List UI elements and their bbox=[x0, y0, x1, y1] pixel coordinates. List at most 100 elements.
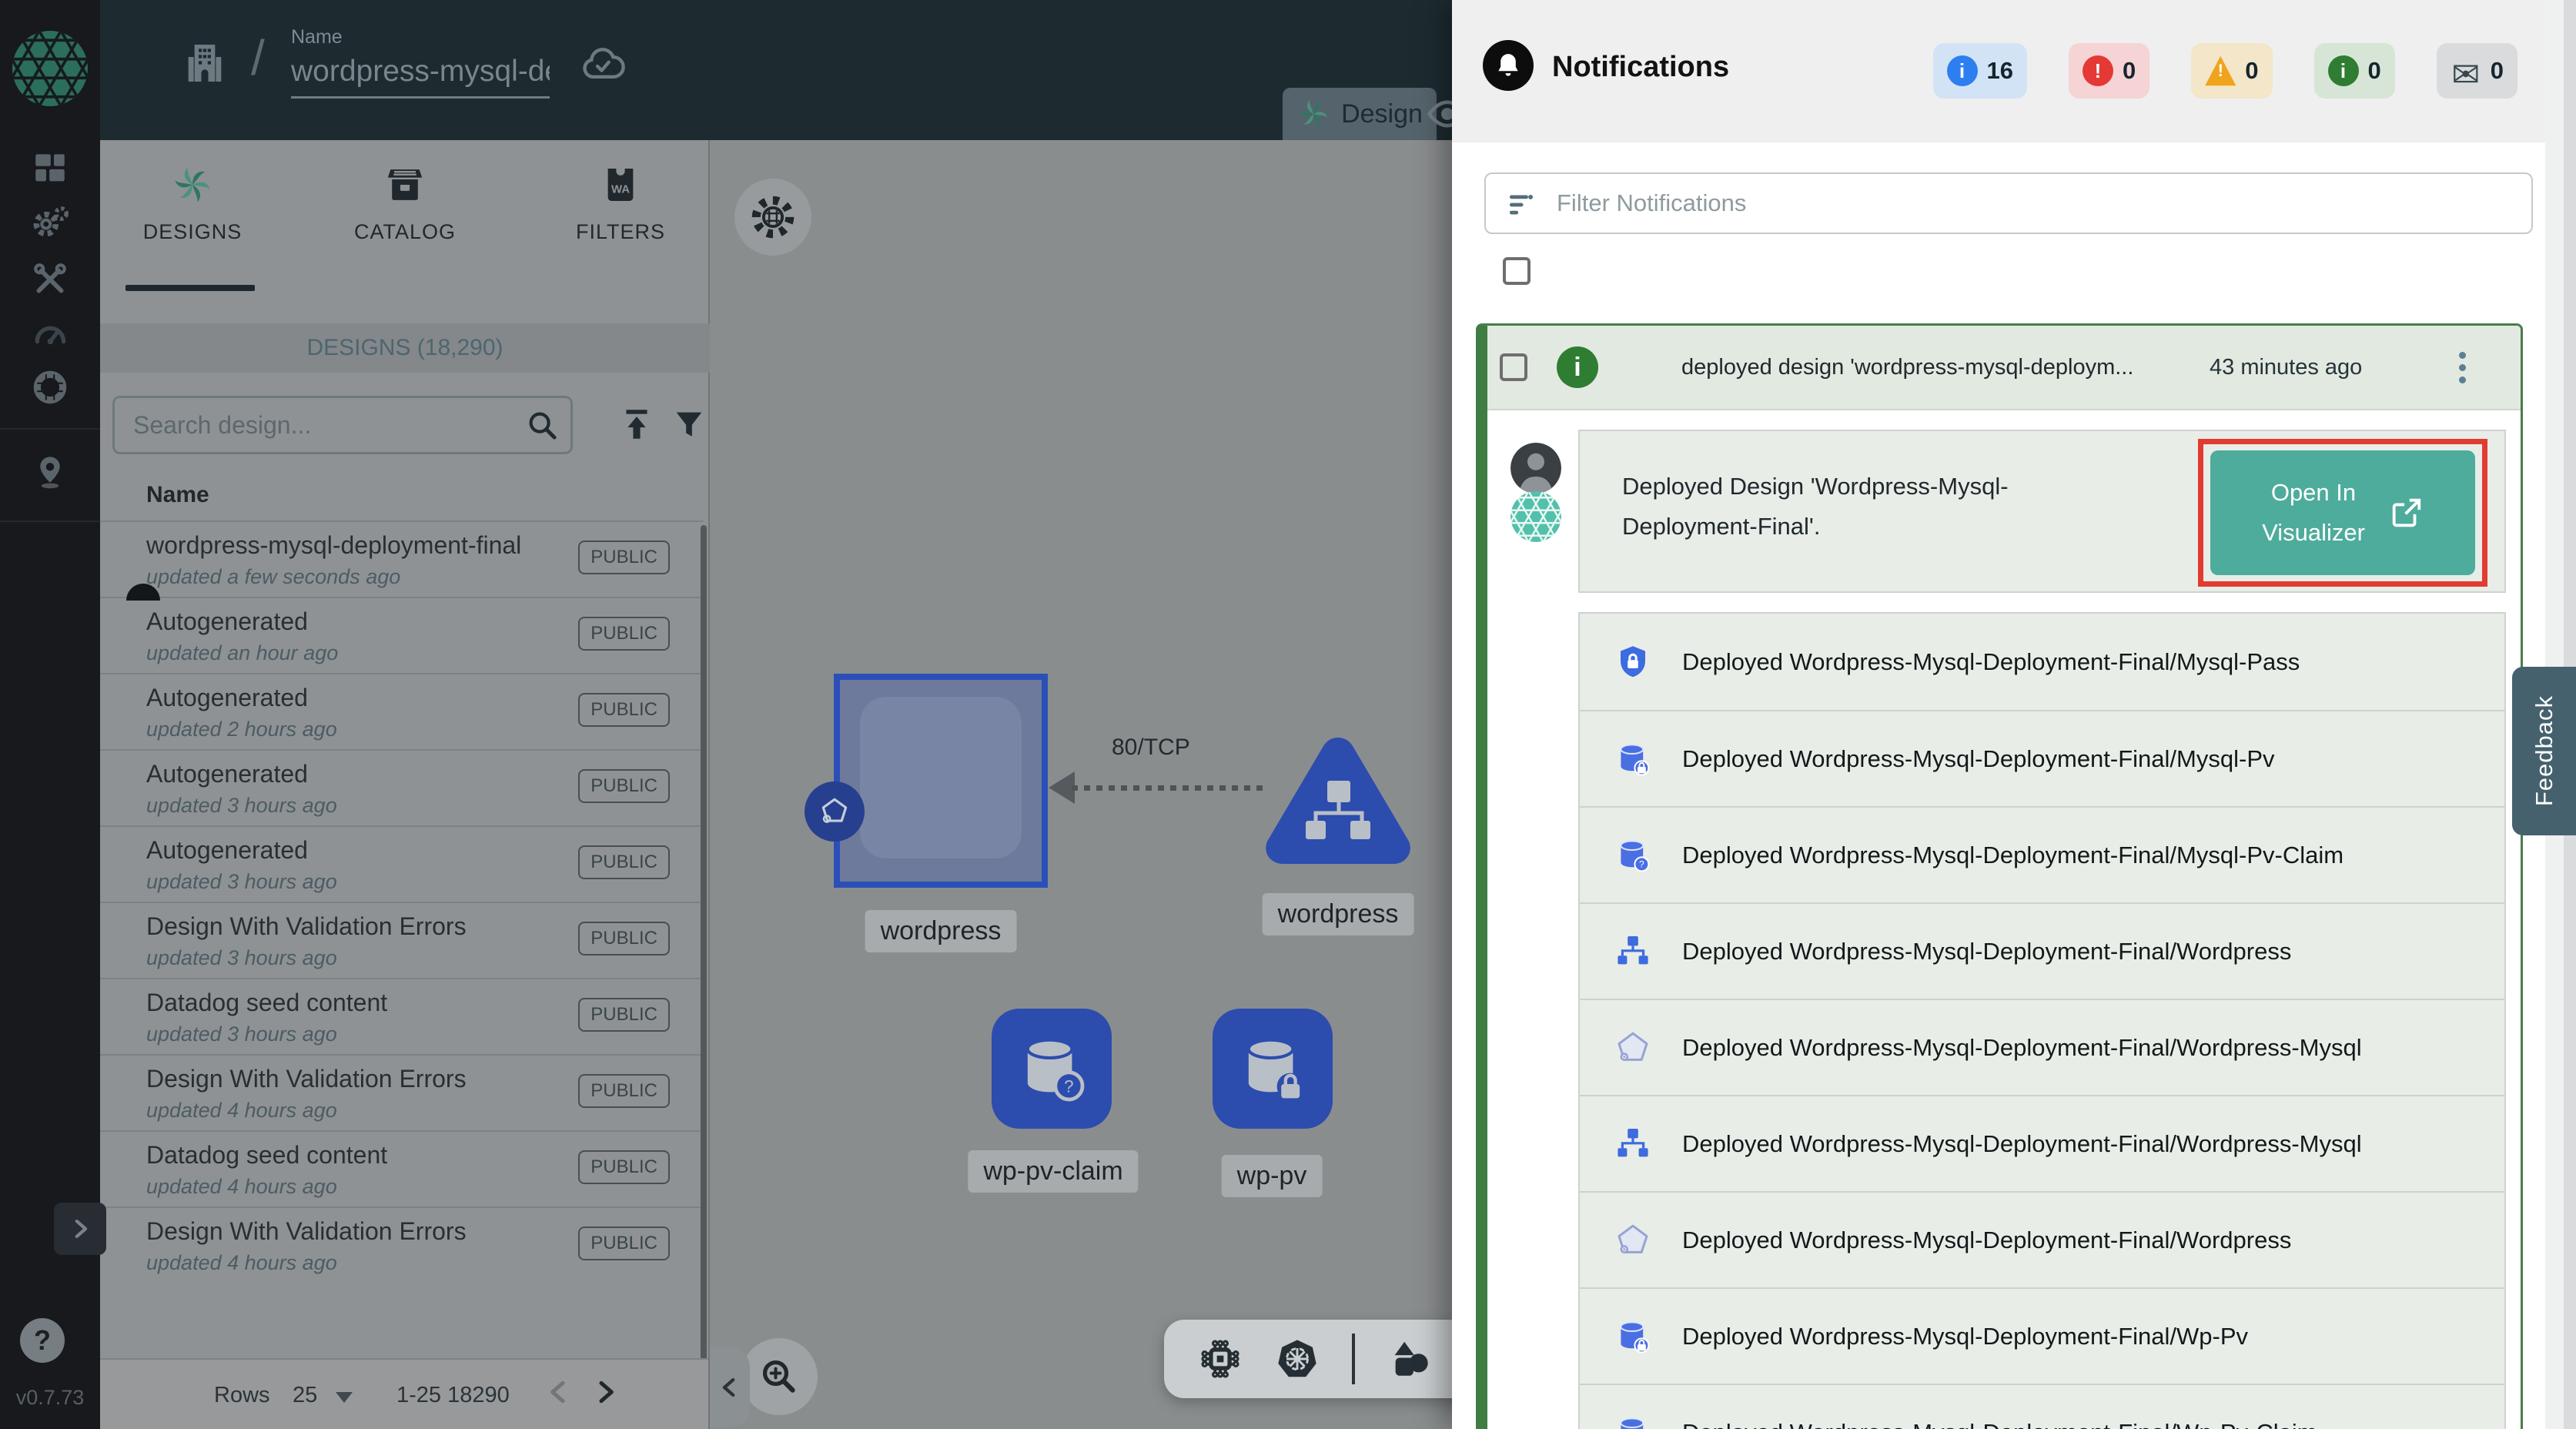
design-list-row[interactable]: Autogenerated updated 3 hours ago PUBLIC bbox=[100, 825, 704, 902]
configuration-tools-icon[interactable] bbox=[0, 260, 100, 299]
design-name-label: Name bbox=[291, 26, 550, 49]
rows-per-page-select[interactable]: 25 bbox=[293, 1383, 317, 1408]
edge-dotted-line[interactable] bbox=[1072, 785, 1267, 791]
node-label: wordpress bbox=[1263, 893, 1414, 935]
notification-count-chip[interactable]: ✉ 0 bbox=[2437, 43, 2517, 99]
designs-count-header: DESIGNS (18,290) bbox=[100, 323, 710, 373]
panel-collapse-handle[interactable] bbox=[710, 1347, 750, 1427]
tab-designs[interactable]: DESIGNS bbox=[100, 163, 285, 244]
deployed-item-row[interactable]: ? Deployed Wordpress-Mysql-Deployment-Fi… bbox=[1580, 1384, 2504, 1429]
notification-count-chip[interactable]: ! 0 bbox=[2069, 43, 2149, 99]
chip-count: 0 bbox=[2491, 57, 2504, 85]
active-tab-underline bbox=[125, 285, 255, 291]
resource-type-icon bbox=[1614, 1318, 1651, 1355]
design-list-row[interactable]: Autogenerated updated 3 hours ago PUBLIC bbox=[100, 749, 704, 825]
deployed-item-row[interactable]: Deployed Wordpress-Mysql-Deployment-Fina… bbox=[1580, 1287, 2504, 1384]
deployed-item-row[interactable]: Deployed Wordpress-Mysql-Deployment-Fina… bbox=[1580, 902, 2504, 999]
deployed-item-row[interactable]: ? Deployed Wordpress-Mysql-Deployment-Fi… bbox=[1580, 806, 2504, 902]
node-label: wordpress bbox=[865, 910, 1017, 952]
design-list-row[interactable]: Autogenerated updated an hour ago PUBLIC bbox=[100, 597, 704, 673]
node-wordpress-service[interactable] bbox=[1261, 733, 1415, 868]
deployed-item-row[interactable]: Deployed Wordpress-Mysql-Deployment-Fina… bbox=[1580, 710, 2504, 806]
deployed-item-text: Deployed Wordpress-Mysql-Deployment-Fina… bbox=[1682, 1419, 2317, 1429]
design-list-row[interactable]: Design With Validation Errors updated 4 … bbox=[100, 1054, 704, 1130]
node-wp-pv[interactable] bbox=[1213, 1009, 1333, 1129]
search-icon[interactable] bbox=[524, 407, 560, 443]
notification-filter-input[interactable] bbox=[1486, 174, 2531, 233]
performance-gauge-icon[interactable] bbox=[0, 314, 100, 353]
lifecycle-gears-icon[interactable] bbox=[0, 203, 100, 242]
deployed-item-row[interactable]: Deployed Wordpress-Mysql-Deployment-Fina… bbox=[1580, 614, 2504, 710]
organization-building-icon[interactable] bbox=[180, 38, 229, 88]
app-version: v0.7.73 bbox=[0, 1386, 100, 1410]
design-list-row[interactable]: Datadog seed content updated 4 hours ago… bbox=[100, 1130, 704, 1206]
design-updated-time: updated an hour ago bbox=[146, 641, 338, 665]
edge-port-label: 80/TCP bbox=[1112, 735, 1190, 761]
design-name: Design With Validation Errors bbox=[146, 1217, 467, 1246]
kebab-menu-icon[interactable] bbox=[2459, 352, 2466, 383]
dashboard-icon[interactable] bbox=[0, 148, 100, 186]
tab-design-mode[interactable]: Design bbox=[1283, 88, 1437, 140]
design-list-row[interactable]: Datadog seed content updated 3 hours ago… bbox=[100, 978, 704, 1054]
select-all-checkbox[interactable] bbox=[1503, 257, 1531, 285]
notification-count-chip[interactable]: ! 0 bbox=[2191, 43, 2272, 99]
catalog-archive-icon bbox=[383, 163, 427, 206]
open-in-visualizer-button[interactable]: Open In Visualizer bbox=[2210, 450, 2475, 575]
notification-count-chip[interactable]: i 0 bbox=[2314, 43, 2395, 99]
rows-per-page-label: Rows bbox=[214, 1383, 270, 1408]
shapes-icon[interactable] bbox=[1387, 1337, 1432, 1381]
design-updated-time: updated 3 hours ago bbox=[146, 870, 337, 894]
sidebar-expand-button[interactable] bbox=[54, 1203, 106, 1255]
design-name-input[interactable] bbox=[291, 55, 550, 89]
chip-icon[interactable] bbox=[1198, 1337, 1243, 1381]
annotation-highlight-box: Open In Visualizer bbox=[2198, 439, 2487, 587]
help-button[interactable]: ? bbox=[20, 1318, 65, 1363]
design-updated-time: updated 3 hours ago bbox=[146, 1022, 337, 1046]
external-link-icon bbox=[2388, 495, 2424, 530]
deployed-item-text: Deployed Wordpress-Mysql-Deployment-Fina… bbox=[1682, 745, 2275, 773]
notification-checkbox[interactable] bbox=[1500, 353, 1527, 381]
zoom-in-button[interactable] bbox=[741, 1338, 818, 1415]
notification-count-chip[interactable]: i 16 bbox=[1933, 43, 2027, 99]
design-spiral-icon bbox=[1296, 97, 1330, 131]
search-input[interactable] bbox=[115, 398, 570, 452]
dock-divider bbox=[1352, 1334, 1355, 1384]
chip-count: 16 bbox=[1987, 57, 2013, 85]
notification-card-header[interactable]: i deployed design 'wordpress-mysql-deplo… bbox=[1487, 326, 2521, 410]
chevron-down-icon bbox=[336, 1392, 353, 1403]
chip-status-icon: ! bbox=[2083, 55, 2113, 86]
previous-page-button[interactable] bbox=[544, 1377, 574, 1407]
design-rows-list: wordpress-mysql-deployment-final updated… bbox=[100, 520, 704, 1283]
deployed-item-text: Deployed Wordpress-Mysql-Deployment-Fina… bbox=[1682, 648, 2300, 676]
meshery-logo[interactable] bbox=[12, 31, 88, 106]
deployed-item-row[interactable]: Deployed Wordpress-Mysql-Deployment-Fina… bbox=[1580, 999, 2504, 1095]
deployed-item-row[interactable]: Deployed Wordpress-Mysql-Deployment-Fina… bbox=[1580, 1095, 2504, 1191]
input-underline bbox=[291, 96, 550, 99]
visibility-badge: PUBLIC bbox=[578, 998, 670, 1032]
column-header-name[interactable]: Name bbox=[146, 482, 209, 508]
design-list-row[interactable]: Design With Validation Errors updated 4 … bbox=[100, 1206, 704, 1283]
design-list-row[interactable]: Autogenerated updated 2 hours ago PUBLIC bbox=[100, 673, 704, 749]
import-publish-icon[interactable] bbox=[617, 405, 656, 443]
tab-filters[interactable]: FILTERS bbox=[528, 163, 713, 244]
list-scrollbar[interactable] bbox=[701, 525, 707, 1411]
design-list-row[interactable]: Design With Validation Errors updated 3 … bbox=[100, 902, 704, 978]
filter-funnel-icon[interactable] bbox=[671, 407, 707, 442]
extensions-mesh-icon[interactable] bbox=[0, 368, 100, 407]
meshery-app: ? v0.7.73 / Name Design DESIGNS CATALOG bbox=[0, 0, 2576, 1429]
node-label: wp-pv bbox=[1222, 1155, 1323, 1197]
notification-card[interactable]: i deployed design 'wordpress-mysql-deplo… bbox=[1476, 323, 2523, 1429]
feedback-tab[interactable]: Feedback bbox=[2512, 667, 2576, 835]
tab-catalog[interactable]: CATALOG bbox=[313, 163, 497, 244]
notification-count-chips: i 16 ! 0 ! 0 i 0 ✉ 0 bbox=[1933, 43, 2517, 99]
design-list-row[interactable]: wordpress-mysql-deployment-final updated… bbox=[100, 520, 704, 597]
location-pin-icon[interactable] bbox=[0, 453, 100, 491]
design-canvas[interactable]: wordpress 80/TCP wordpress ? wp-pv-claim… bbox=[710, 140, 1452, 1429]
kubernetes-icon[interactable] bbox=[1275, 1337, 1320, 1381]
node-wp-pv-claim[interactable]: ? bbox=[992, 1009, 1112, 1129]
deployed-item-row[interactable]: Deployed Wordpress-Mysql-Deployment-Fina… bbox=[1580, 1191, 2504, 1287]
node-wordpress-deployment[interactable] bbox=[834, 674, 1048, 888]
next-page-button[interactable] bbox=[590, 1377, 621, 1407]
node-pentagon-badge-icon[interactable] bbox=[805, 781, 865, 842]
canvas-settings-button[interactable] bbox=[734, 179, 811, 256]
